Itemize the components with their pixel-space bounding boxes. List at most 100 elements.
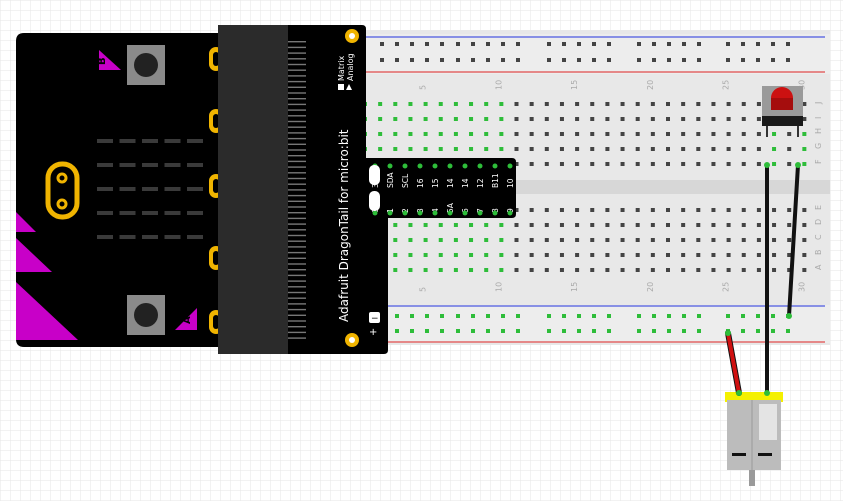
- breadboard-hole: [590, 268, 595, 272]
- rail-hole: [456, 314, 460, 318]
- breadboard-hole: [544, 147, 549, 151]
- breadboard-hole: [802, 268, 807, 272]
- rail-hole: [440, 42, 444, 46]
- connector-finger: [288, 103, 306, 106]
- breadboard-hole: [711, 208, 716, 212]
- legend-square-icon: [338, 84, 344, 90]
- breadboard-hole: [756, 238, 761, 242]
- rail-hole: [577, 329, 581, 333]
- breadboard-hole: [514, 102, 519, 106]
- rail-minus-label: −: [371, 314, 379, 324]
- breadboard-hole: [635, 132, 640, 136]
- rail-hole: [501, 314, 505, 318]
- rail-hole: [697, 314, 701, 318]
- breadboard-hole: [772, 208, 777, 212]
- breadboard-hole: [650, 268, 655, 272]
- breadboard-hole: [696, 253, 701, 257]
- row-letter: I: [814, 117, 823, 119]
- rail-hole: [486, 314, 490, 318]
- breadboard-hole: [469, 223, 474, 227]
- breadboard-hole: [590, 132, 595, 136]
- breadboard-hole: [575, 117, 580, 121]
- breadboard-hole: [620, 102, 625, 106]
- breadboard-hole: [438, 102, 443, 106]
- led: [187, 235, 203, 239]
- breadboard-hole: [741, 223, 746, 227]
- breadboard-hole: [484, 147, 489, 151]
- pin-label: 10: [506, 178, 515, 188]
- rail-hole: [456, 58, 460, 62]
- connector-finger: [288, 92, 306, 94]
- breadboard-hole: [469, 238, 474, 242]
- pin-hole: [477, 163, 483, 169]
- breadboard-hole: [726, 147, 731, 151]
- breadboard-hole: [696, 147, 701, 151]
- breadboard-hole: [605, 223, 610, 227]
- breadboard-hole: [620, 147, 625, 151]
- pin-hole: [387, 163, 393, 169]
- breadboard-hole: [438, 117, 443, 121]
- button-b-cap[interactable]: [134, 53, 158, 77]
- edge-connector-socket: [218, 25, 288, 354]
- breadboard-hole: [711, 117, 716, 121]
- connector-finger: [288, 120, 306, 123]
- breadboard-hole: [544, 117, 549, 121]
- column-number: 5: [419, 85, 428, 90]
- connector-finger: [288, 177, 306, 180]
- led: [187, 163, 203, 167]
- rail-hole: [771, 42, 775, 46]
- rail-hole: [501, 329, 505, 333]
- breadboard-hole: [575, 208, 580, 212]
- breadboard-hole: [772, 253, 777, 257]
- breadboard-hole: [772, 162, 777, 166]
- breadboard-hole: [711, 223, 716, 227]
- breadboard-hole: [469, 132, 474, 136]
- breadboard-hole: [666, 238, 670, 242]
- rail-hole: [741, 329, 745, 333]
- rail-hole: [771, 314, 775, 318]
- mount-hole-bottom-center: [349, 337, 355, 343]
- breadboard-hole: [529, 268, 534, 272]
- connector-finger: [288, 200, 306, 202]
- rail-hole: [456, 329, 460, 333]
- breadboard-hole: [802, 253, 807, 257]
- rail-hole: [637, 58, 641, 62]
- breadboard-hole: [620, 238, 625, 242]
- breadboard-hole: [408, 147, 413, 151]
- breadboard-hole: [666, 147, 670, 151]
- breadboard-hole: [756, 208, 761, 212]
- pin-hole: [402, 210, 408, 216]
- breadboard-hole: [529, 102, 534, 106]
- breadboard-hole: [802, 223, 807, 227]
- pin-hole: [387, 210, 393, 216]
- button-a-cap[interactable]: [134, 303, 158, 327]
- rail-hole: [471, 42, 475, 46]
- connector-finger: [288, 320, 306, 322]
- pin-hole: [507, 210, 513, 216]
- pin-hole: [402, 163, 408, 169]
- breadboard-hole: [529, 132, 534, 136]
- column-number: 10: [494, 80, 503, 90]
- rail-hole: [562, 329, 566, 333]
- breadboard-hole: [635, 117, 640, 121]
- breadboard-hole: [620, 132, 625, 136]
- rail-hole: [395, 58, 399, 62]
- rail-hole: [410, 58, 414, 62]
- pin-label: SDA: [386, 172, 395, 188]
- breadboard-hole: [681, 102, 686, 106]
- breadboard-hole: [620, 268, 625, 272]
- breadboard-hole: [620, 253, 625, 257]
- pin-label: 14: [461, 178, 470, 188]
- breadboard-hole: [544, 268, 549, 272]
- rail-hole: [577, 58, 581, 62]
- breadboard-hole: [453, 253, 458, 257]
- breadboard-hole: [575, 268, 580, 272]
- breadboard-hole: [590, 208, 595, 212]
- rail-hole: [652, 58, 656, 62]
- rail-hole: [637, 314, 641, 318]
- rail-hole: [756, 42, 760, 46]
- breadboard-hole: [378, 147, 383, 151]
- rail-hole: [756, 329, 760, 333]
- row-letter: G: [814, 143, 823, 149]
- breadboard-hole: [514, 117, 519, 121]
